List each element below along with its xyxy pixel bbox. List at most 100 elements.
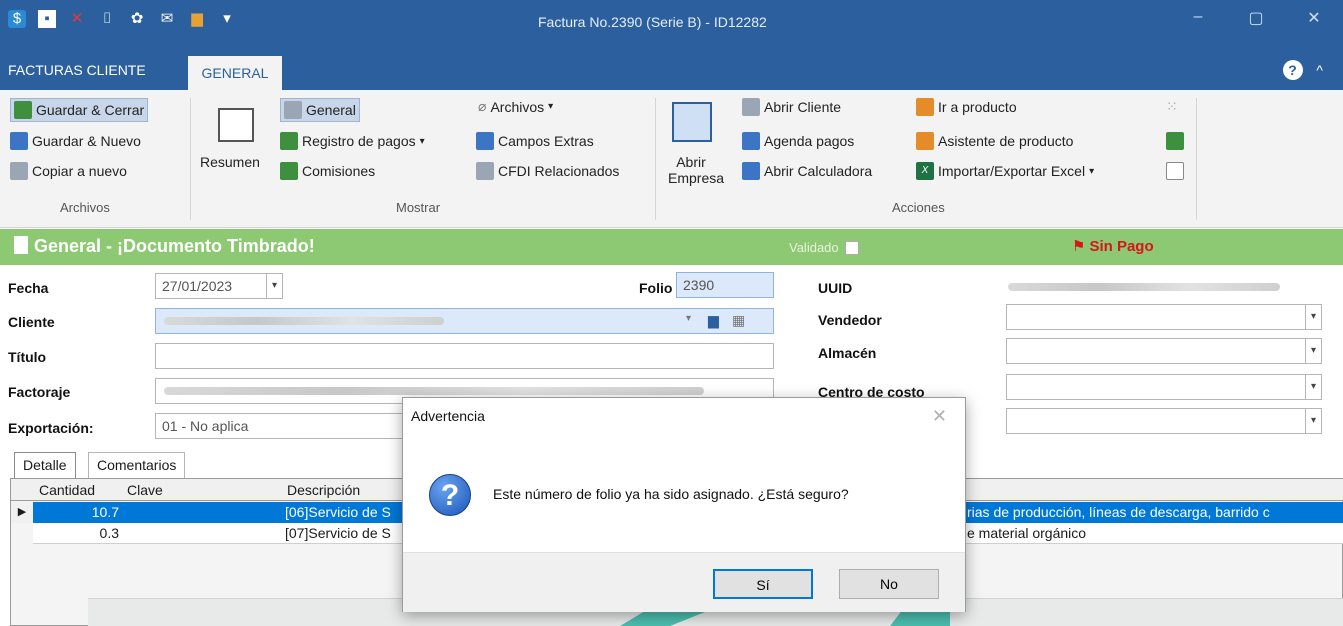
help-icon[interactable]: ?	[1282, 60, 1303, 80]
title-bar: $ ▪ ✕ ⌷ ✿ ✉ ▆ ▾ Factura No.2390 (Serie B…	[0, 0, 1343, 50]
copiar-nuevo-button[interactable]: Copiar a nuevo	[10, 162, 127, 180]
resumen-button[interactable]: Resumen	[200, 154, 260, 170]
column-descripcion[interactable]: Descripción	[287, 482, 360, 498]
maximize-button[interactable]: ▢	[1227, 8, 1285, 28]
cliente-field[interactable]: ▾ ▆ ▦	[155, 308, 774, 334]
quick-access-toolbar: $ ▪ ✕ ⌷ ✿ ✉ ▆ ▾	[8, 10, 236, 28]
copiar-nuevo-label: Copiar a nuevo	[32, 163, 127, 179]
chevron-down-icon[interactable]: ▾	[686, 313, 691, 324]
cliente-label: Cliente	[8, 314, 55, 330]
banner-title-text: General - ¡Documento Timbrado!	[34, 236, 315, 256]
agenda-pagos-label: Agenda pagos	[764, 133, 855, 149]
pdf-icon[interactable]	[1166, 162, 1184, 180]
yes-button[interactable]: Sí	[713, 569, 813, 599]
cell-descripcion[interactable]: [07]Servicio de S	[285, 525, 391, 541]
tab-detalle[interactable]: Detalle	[14, 452, 76, 478]
asistente-producto-button[interactable]: Asistente de producto	[916, 132, 1073, 150]
guardar-cerrar-button[interactable]: Guardar & Cerrar	[10, 98, 149, 122]
checkbox-box[interactable]	[844, 240, 859, 255]
tab-general[interactable]: GENERAL	[188, 56, 282, 90]
chevron-down-icon: ▾	[419, 135, 425, 147]
vendedor-label: Vendedor	[818, 312, 882, 328]
collapse-ribbon-icon[interactable]: ^	[1316, 62, 1323, 78]
save-icon[interactable]: ▪	[38, 10, 56, 28]
delete-icon[interactable]: ✕	[68, 10, 86, 28]
abrir-calculadora-label: Abrir Calculadora	[764, 163, 873, 179]
calendar-icon	[742, 132, 760, 150]
abrir-calculadora-button[interactable]: Abrir Calculadora	[742, 162, 872, 180]
trash-icon[interactable]: ⌷	[98, 10, 116, 28]
grid-icon[interactable]: ▦	[732, 312, 745, 329]
centro-costo-select[interactable]: ▾	[1006, 374, 1322, 400]
xml-icon[interactable]	[1166, 132, 1184, 150]
dialog-footer: Sí No	[403, 552, 965, 612]
chevron-down-icon: ▾	[548, 101, 554, 112]
abrir-empresa-button[interactable]: Abrir Empresa	[668, 154, 724, 186]
no-button[interactable]: No	[839, 569, 939, 599]
chevron-down-icon: ▾	[1089, 165, 1095, 177]
almacen-select[interactable]: ▾	[1006, 338, 1322, 364]
column-clave[interactable]: Clave	[127, 482, 163, 498]
vendedor-select[interactable]: ▾	[1006, 304, 1322, 330]
chevron-down-icon[interactable]: ▾	[1305, 339, 1321, 363]
folio-field[interactable]: 2390	[676, 272, 774, 298]
campos-extras-button[interactable]: Campos Extras	[476, 132, 594, 150]
calendar-dropdown-icon[interactable]: ▾	[266, 274, 282, 298]
qat-dropdown-icon[interactable]: ▾	[218, 10, 236, 28]
cell-descripcion[interactable]: [06]Servicio de S	[285, 504, 391, 520]
group-label-mostrar: Mostrar	[396, 200, 441, 215]
tools-icon[interactable]: ✿	[128, 10, 146, 28]
group-label-archivos: Archivos	[60, 200, 110, 215]
group-label-acciones: Acciones	[892, 200, 945, 215]
chevron-down-icon[interactable]: ▾	[1305, 305, 1321, 329]
row-pointer-icon: ▶	[11, 502, 33, 523]
fecha-field[interactable]: 27/01/2023 ▾	[155, 273, 283, 299]
cell-descripcion-tail[interactable]: rias de producción, líneas de descarga, …	[967, 504, 1343, 520]
chevron-down-icon[interactable]: ▾	[1305, 409, 1321, 433]
chevron-down-icon[interactable]: ▾	[1305, 375, 1321, 399]
document-icon	[284, 101, 302, 119]
banner-title: General - ¡Documento Timbrado!	[14, 236, 315, 257]
cell-cantidad[interactable]: 10.7	[33, 504, 119, 520]
save-new-icon	[10, 132, 28, 150]
product-icon	[916, 98, 934, 116]
exportacion-field[interactable]: 01 - No aplica	[155, 413, 405, 439]
ribbon-separator	[1196, 98, 1197, 220]
tab-facturas-cliente[interactable]: FACTURAS CLIENTE	[8, 62, 146, 78]
cell-cantidad[interactable]: 0.3	[33, 525, 119, 541]
minimize-button[interactable]: –	[1169, 8, 1227, 28]
agenda-pagos-button[interactable]: Agenda pagos	[742, 132, 854, 150]
guardar-nuevo-button[interactable]: Guardar & Nuevo	[10, 132, 141, 150]
truck-icon[interactable]: ▆	[708, 312, 719, 329]
comisiones-button[interactable]: Comisiones	[280, 162, 375, 180]
wizard-icon	[916, 132, 934, 150]
save-close-icon	[14, 101, 32, 119]
calculator-icon	[742, 162, 760, 180]
close-button[interactable]: ✕	[1285, 8, 1343, 28]
campos-extras-label: Campos Extras	[498, 133, 594, 149]
cell-descripcion-tail[interactable]: e material orgánico	[967, 525, 1343, 541]
general-view-button[interactable]: General	[280, 98, 360, 122]
more-options-icon[interactable]: ⁙	[1166, 98, 1178, 115]
copy-icon	[10, 162, 28, 180]
payments-icon	[280, 132, 298, 150]
ir-producto-button[interactable]: Ir a producto	[916, 98, 1017, 116]
archivos-button[interactable]: ⌀ Archivos ▾	[478, 98, 553, 115]
app-icon: $	[8, 10, 26, 28]
general-view-label: General	[306, 102, 356, 118]
extra-select[interactable]: ▾	[1006, 408, 1322, 434]
titulo-field[interactable]	[155, 343, 774, 369]
guardar-nuevo-label: Guardar & Nuevo	[32, 133, 141, 149]
cfdi-relacionados-button[interactable]: CFDI Relacionados	[476, 162, 619, 180]
tab-comentarios[interactable]: Comentarios	[88, 452, 186, 478]
email-icon[interactable]: ✉	[158, 10, 176, 28]
comisiones-label: Comisiones	[302, 163, 376, 179]
abrir-cliente-button[interactable]: Abrir Cliente	[742, 98, 841, 116]
payment-status: ⚑ Sin Pago	[1072, 237, 1158, 255]
importar-exportar-excel-button[interactable]: X Importar/Exportar Excel ▾	[916, 162, 1094, 180]
print-icon[interactable]: ▆	[188, 10, 206, 28]
column-cantidad[interactable]: Cantidad	[39, 482, 95, 498]
dialog-close-button[interactable]: ✕	[932, 406, 947, 427]
registro-pagos-button[interactable]: Registro de pagos ▾	[280, 132, 425, 150]
validado-checkbox[interactable]: Validado	[789, 240, 859, 255]
